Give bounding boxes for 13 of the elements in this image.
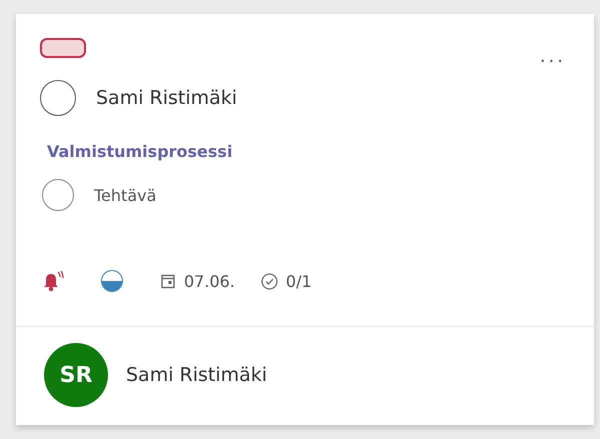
checklist-title: Valmistumisprosessi <box>47 142 234 161</box>
task-card[interactable]: ... Sami Ristimäki Valmistumisprosessi Tehtävä 07.06. 0/1 SR Sami Ristimäki <box>16 14 594 425</box>
due-date: 07.06. <box>184 272 235 290</box>
checklist-count: 0/1 <box>286 272 312 290</box>
complete-checkbox[interactable] <box>40 80 76 116</box>
checklist-checkbox[interactable] <box>42 179 74 211</box>
more-options-button[interactable]: ... <box>536 46 570 67</box>
checklist-item: Tehtävä <box>94 186 156 204</box>
task-title: Sami Ristimäki <box>96 87 238 109</box>
check-circle-icon <box>260 272 278 290</box>
avatar[interactable]: SR <box>44 343 108 407</box>
assignee-name: Sami Ristimäki <box>126 364 268 386</box>
calendar-icon <box>160 273 176 289</box>
